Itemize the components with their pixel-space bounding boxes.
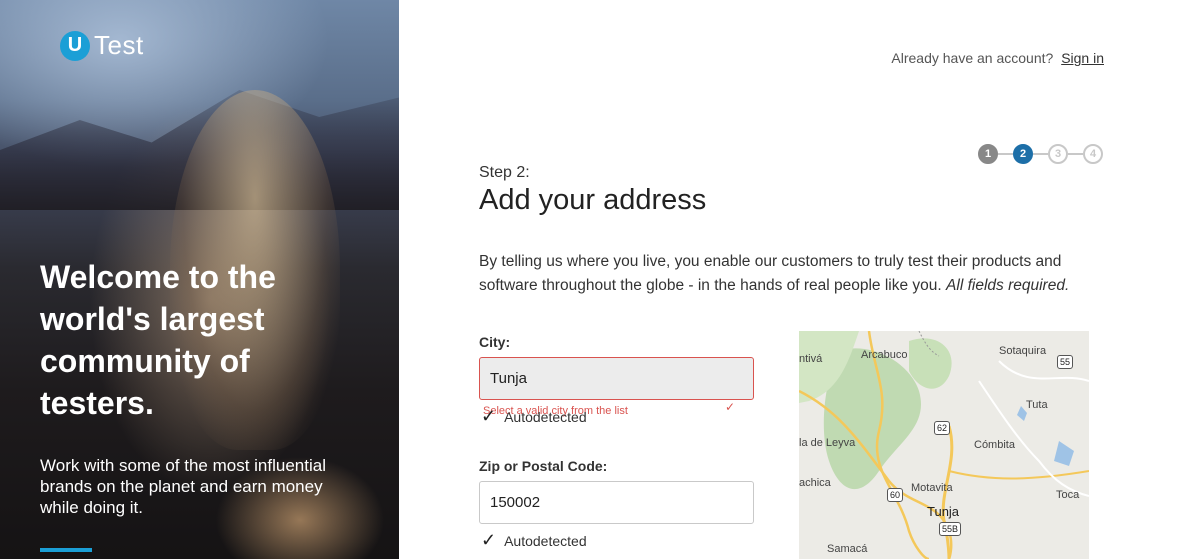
zip-input[interactable] [479,481,754,524]
map-place-label: Cómbita [974,439,1015,451]
map-place-label: Toca [1056,489,1080,501]
map-place-label: achica [799,477,831,489]
map-place-label: la de Leyva [799,437,856,449]
route-shield: 62 [934,421,951,435]
step-3: 3 [1048,144,1068,164]
city-error-check-icon: ✓ [725,400,736,414]
city-autodetected-text: Autodetected [504,408,587,425]
map-place-label: Arcabuco [861,349,908,361]
step-connector [1033,153,1048,155]
step-connector [998,153,1013,155]
step-2: 2 [1013,144,1033,164]
city-autodetected: ✓ Autodetected [481,406,587,427]
map-place-label-tunja: Tunja [927,504,960,519]
route-shield: 60 [887,488,904,502]
sign-in-link[interactable]: Sign in [1061,50,1104,66]
zip-label: Zip or Postal Code: [479,458,608,474]
checkmark-icon: ✓ [481,530,497,550]
city-input[interactable] [479,357,754,400]
account-prompt-text: Already have an account? [891,50,1054,66]
progress-stepper: 1 2 3 4 [978,144,1103,164]
hero-accent-bar [40,548,92,552]
utest-logo[interactable]: U Test [60,30,144,61]
logo-wordmark: Test [94,30,144,60]
route-shield: 55 [1057,355,1074,369]
map-place-label: Motavita [911,482,953,494]
logo-mark: U [60,30,90,61]
intro-text: By telling us where you live, you enable… [479,250,1099,298]
map-place-label: Tuta [1026,399,1048,411]
zip-autodetected: ✓ Autodetected [481,530,587,551]
signin-prompt: Already have an account? Sign in [891,50,1104,66]
map-place-label: ntivá [799,353,823,365]
route-shield: 55B [939,522,962,536]
hero-title: Welcome to the world's largest community… [40,259,276,421]
step-connector [1068,153,1083,155]
location-map[interactable]: ntivá Arcabuco Sotaquira Tuta la de Leyv… [799,331,1089,559]
intro-required: All fields required. [946,277,1070,294]
zip-autodetected-text: Autodetected [504,532,587,549]
page-title: Add your address [479,184,707,216]
hero-subtitle: Work with some of the most influential b… [40,456,326,517]
step-label: Step 2: [479,164,530,181]
map-place-label: Sotaquira [999,345,1047,357]
city-label: City: [479,334,511,350]
hero-panel: U Test Welcome to the world's largest co… [0,0,399,559]
checkmark-icon: ✓ [481,406,497,426]
step-1: 1 [978,144,998,164]
map-place-label: Samacá [827,543,868,555]
step-4: 4 [1083,144,1103,164]
